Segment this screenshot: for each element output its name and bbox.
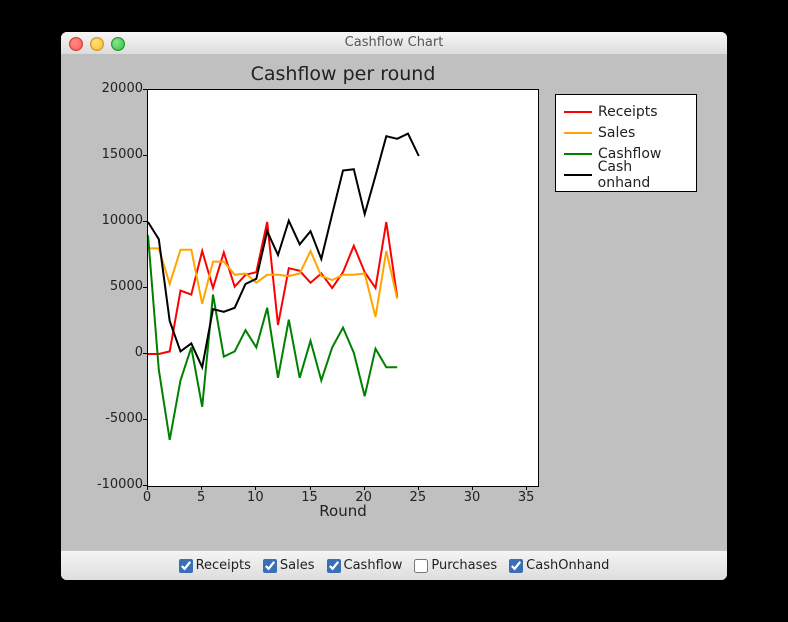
series-toggle-toolbar: Receipts Sales Cashflow Purchases CashOnhand [61, 550, 727, 580]
titlebar[interactable]: Cashflow Chart [61, 32, 727, 55]
legend-swatch [564, 132, 592, 134]
legend-item: Sales [564, 122, 688, 143]
toggle-receipts-label: Receipts [196, 558, 251, 573]
legend: ReceiptsSalesCashflowCash onhand [555, 94, 697, 192]
toggle-sales-checkbox[interactable] [263, 559, 277, 573]
chart-title: Cashflow per round [147, 63, 539, 85]
legend-swatch [564, 174, 592, 176]
toggle-receipts[interactable]: Receipts [175, 558, 255, 573]
close-icon[interactable] [69, 37, 83, 51]
legend-swatch [564, 111, 592, 113]
legend-item: Cash onhand [564, 164, 688, 185]
toggle-purchases-label: Purchases [431, 558, 497, 573]
toggle-cashflow[interactable]: Cashflow [323, 558, 407, 573]
y-tick: 20000 [73, 81, 143, 96]
window-content: Cashflow per round -10000-50000500010000… [61, 54, 727, 580]
toggle-cashonhand-label: CashOnhand [526, 558, 609, 573]
y-tick: 0 [73, 345, 143, 360]
toggle-receipts-checkbox[interactable] [179, 559, 193, 573]
window-title: Cashflow Chart [61, 32, 727, 54]
toggle-cashonhand[interactable]: CashOnhand [505, 558, 613, 573]
legend-label: Receipts [598, 104, 658, 120]
app-window: Cashflow Chart Cashflow per round -10000… [61, 32, 727, 580]
toggle-purchases-checkbox[interactable] [414, 559, 428, 573]
toggle-purchases[interactable]: Purchases [410, 558, 501, 573]
x-axis-label: Round [147, 502, 539, 520]
legend-swatch [564, 153, 592, 155]
y-tick: 5000 [73, 279, 143, 294]
y-tick: -5000 [73, 411, 143, 426]
window-controls [69, 37, 125, 51]
y-tick: 10000 [73, 213, 143, 228]
toggle-sales-label: Sales [280, 558, 315, 573]
plot-axes[interactable] [147, 89, 539, 487]
minimize-icon[interactable] [90, 37, 104, 51]
y-tick: 15000 [73, 147, 143, 162]
plot-lines [148, 90, 538, 486]
toggle-cashflow-checkbox[interactable] [327, 559, 341, 573]
legend-label: Sales [598, 125, 635, 141]
legend-item: Receipts [564, 101, 688, 122]
legend-label: Cash onhand [598, 159, 688, 191]
toggle-cashonhand-checkbox[interactable] [509, 559, 523, 573]
zoom-icon[interactable] [111, 37, 125, 51]
toggle-cashflow-label: Cashflow [344, 558, 403, 573]
toggle-sales[interactable]: Sales [259, 558, 319, 573]
chart-canvas: Cashflow per round -10000-50000500010000… [67, 60, 721, 545]
